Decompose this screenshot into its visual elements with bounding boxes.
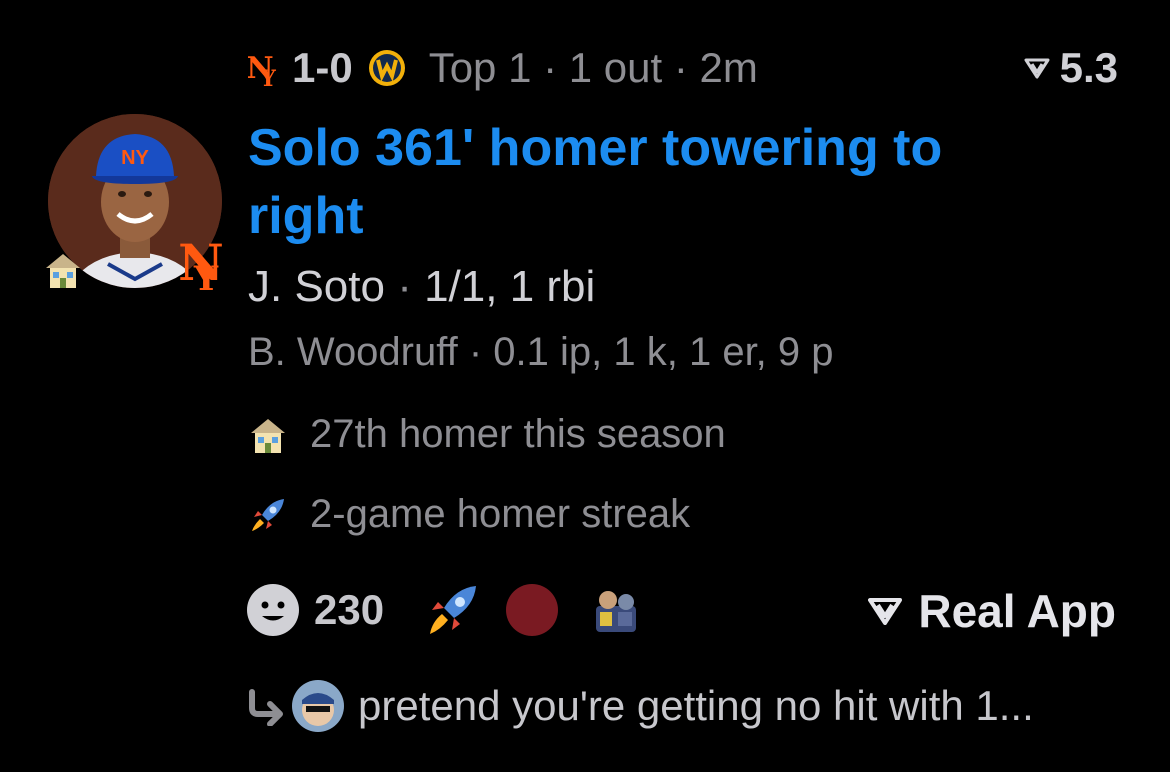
reactions-bar[interactable]: 230 xyxy=(246,582,644,638)
mets-logo-icon: N Y xyxy=(248,51,276,88)
play-rating[interactable]: 5.3 xyxy=(1024,40,1118,96)
play-card[interactable]: NY N Y N Y 1-0 Top 1 · 1 out · 2m 5.3 So… xyxy=(0,0,1170,772)
reply-arrow-icon xyxy=(249,689,283,726)
batter-stats: 1/1, 1 rbi xyxy=(424,262,596,311)
house-icon xyxy=(251,418,285,453)
reply-user-avatar[interactable] xyxy=(292,680,344,732)
game-score: 1-0 xyxy=(292,44,353,91)
pitcher-line[interactable]: B. Woodruff · 0.1 ip, 1 k, 1 er, 9 p xyxy=(248,330,834,375)
rocket-icon xyxy=(252,498,284,531)
rating-value: 5.3 xyxy=(1059,44,1118,91)
rocket-icon[interactable] xyxy=(424,582,480,638)
toy-icon[interactable] xyxy=(588,582,644,638)
svg-text:NY: NY xyxy=(121,147,149,169)
game-status-row[interactable]: N Y 1-0 Top 1 · 1 out · 2m xyxy=(248,40,758,96)
reply-preview[interactable]: pretend you're getting no hit with 1... xyxy=(246,680,1034,732)
batter-separator: · xyxy=(384,262,425,311)
red-dot-icon[interactable] xyxy=(506,584,559,636)
fact-homer-streak: 2-game homer streak xyxy=(248,492,690,537)
real-app-link[interactable]: Real App xyxy=(868,582,1116,640)
fact-text: 27th homer this season xyxy=(310,412,726,456)
smiley-icon[interactable] xyxy=(246,583,300,637)
real-logo-icon xyxy=(868,598,903,625)
real-logo-icon xyxy=(1024,58,1050,79)
fact-season-homers: 27th homer this season xyxy=(248,412,726,457)
house-icon xyxy=(46,254,80,288)
real-app-label: Real App xyxy=(918,585,1116,637)
brewers-logo-icon xyxy=(368,50,405,86)
game-state: Top 1 · 1 out · 2m xyxy=(428,44,758,91)
batter-line[interactable]: J. Soto · 1/1, 1 rbi xyxy=(248,262,595,312)
batter-name[interactable]: J. Soto xyxy=(248,262,385,311)
play-headline[interactable]: Solo 361' homer towering to right xyxy=(248,114,1068,250)
fact-text: 2-game homer streak xyxy=(310,492,691,536)
player-avatar-group[interactable]: NY N Y xyxy=(46,114,224,294)
reply-text: pretend you're getting no hit with 1... xyxy=(358,682,1034,729)
reaction-count: 230 xyxy=(314,586,385,633)
mets-badge-icon: N Y xyxy=(178,233,224,294)
svg-text:Y: Y xyxy=(193,259,219,294)
svg-text:Y: Y xyxy=(259,66,276,88)
